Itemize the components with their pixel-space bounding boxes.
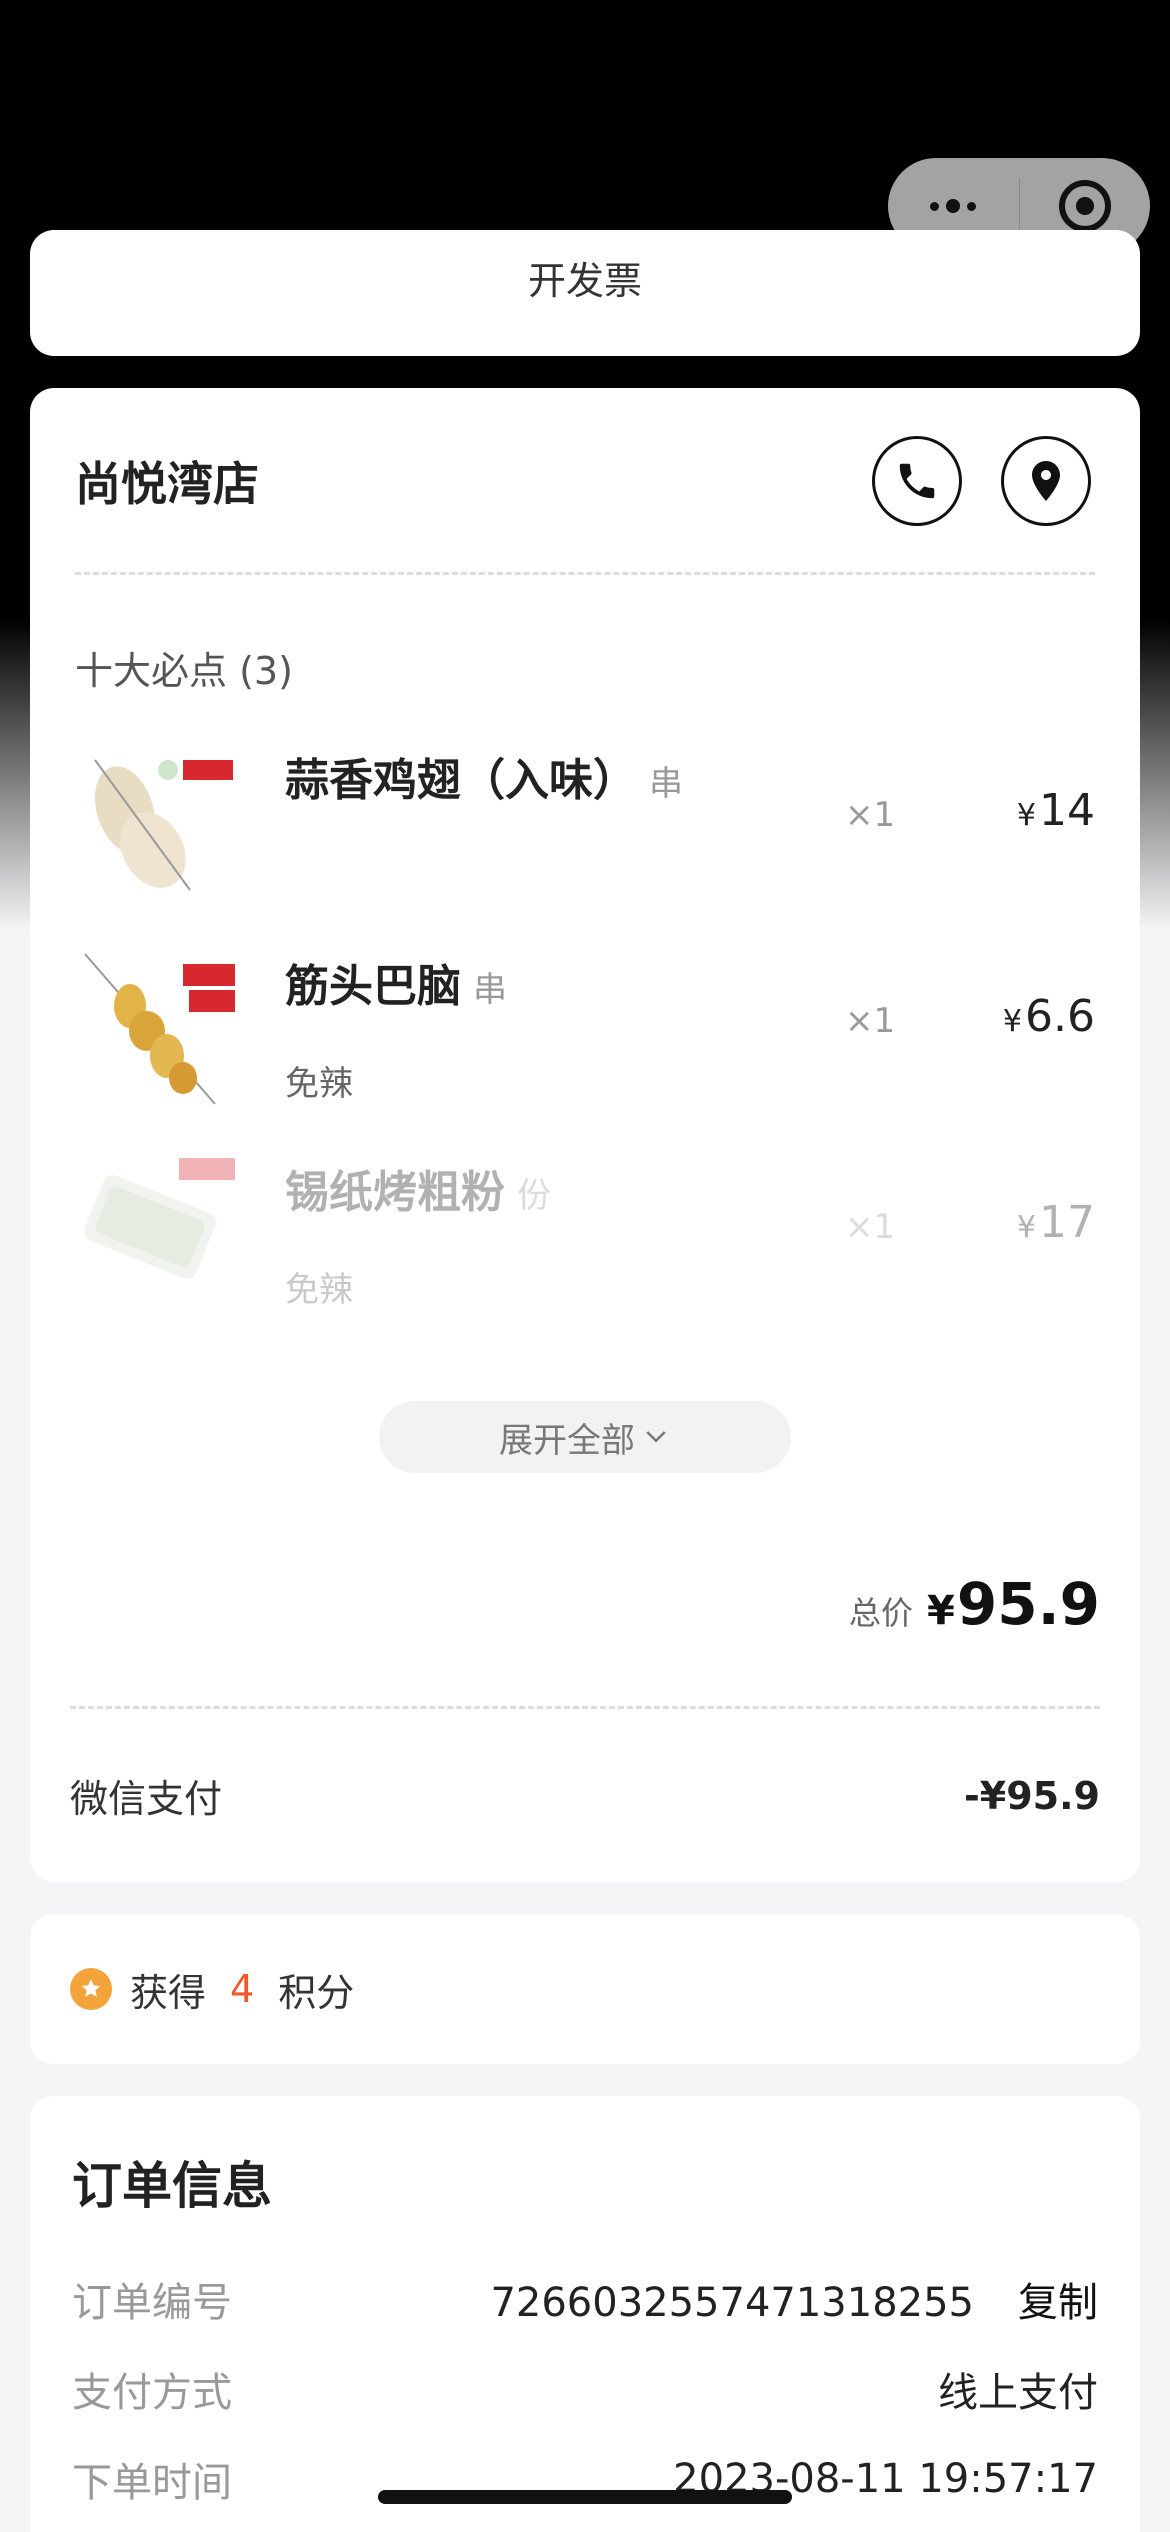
- divider: [75, 572, 1095, 575]
- copy-button[interactable]: 复制: [1018, 2280, 1098, 2326]
- item-name: 锡纸烤粗粉份: [285, 1167, 551, 1218]
- store-location-button[interactable]: [1001, 436, 1091, 526]
- pay-method-label: 支付方式: [72, 2370, 232, 2416]
- invoice-card: 开发票: [30, 230, 1140, 356]
- location-pin-icon: [1032, 461, 1060, 501]
- order-info-title: 订单信息: [72, 2157, 272, 2215]
- home-indicator[interactable]: [378, 2490, 792, 2504]
- chevron-down-icon: [646, 1431, 666, 1443]
- points-prefix: 获得: [130, 1970, 207, 2015]
- total-label: 总价: [849, 1594, 914, 1632]
- expand-all-label: 展开全部: [499, 1420, 635, 1461]
- divider: [70, 1706, 1100, 1709]
- item-price: ¥14: [1016, 785, 1095, 836]
- payment-method-row: 支付方式 线上支付: [72, 2360, 1098, 2418]
- order-number-value: 7266032557471318255: [490, 2280, 974, 2326]
- product-image: [75, 1152, 235, 1312]
- points-card: 获得 4 积分: [30, 1914, 1140, 2064]
- item-name: 蒜香鸡翅（入味）串: [285, 755, 683, 806]
- item-price: ¥17: [1016, 1197, 1095, 1248]
- order-number-group: 7266032557471318255 复制: [490, 2270, 1098, 2328]
- store-order-card: 尚悦湾店 十大必点 (3) 蒜香鸡翅（入味）串 ×1 ¥14 筋头巴脑 串 免辣…: [30, 388, 1140, 1882]
- item-spec: 免辣: [285, 1064, 353, 1104]
- order-number-row: 订单编号 7266032557471318255 复制: [72, 2270, 1098, 2328]
- invoice-link[interactable]: 开发票: [30, 250, 1140, 305]
- order-item: 筋头巴脑串 免辣 ×1 ¥6.6: [75, 946, 1095, 1116]
- item-unit: 串: [649, 764, 683, 804]
- item-quantity: ×1: [845, 1207, 896, 1247]
- item-spec: 免辣: [285, 1270, 353, 1310]
- payment-method-label: 微信支付: [70, 1777, 223, 1821]
- phone-icon: [899, 463, 935, 499]
- points-count: 4: [230, 1967, 255, 2011]
- item-quantity: ×1: [845, 1001, 896, 1041]
- product-image: [75, 946, 235, 1106]
- item-name: 筋头巴脑串: [285, 961, 507, 1012]
- item-quantity: ×1: [845, 795, 896, 835]
- points-suffix: 积分: [278, 1970, 355, 2015]
- item-price: ¥6.6: [1002, 991, 1095, 1042]
- item-unit: 串: [473, 970, 507, 1010]
- product-image: [75, 740, 235, 900]
- payment-amount: -¥95.9: [964, 1773, 1100, 1818]
- order-item: 蒜香鸡翅（入味）串 ×1 ¥14: [75, 740, 1095, 910]
- item-unit: 份: [517, 1176, 551, 1216]
- total-price: ¥95.9: [927, 1570, 1100, 1638]
- target-icon: [1058, 180, 1111, 232]
- order-info-card: 订单信息 订单编号 7266032557471318255 复制 支付方式 线上支…: [30, 2096, 1140, 2532]
- call-store-button[interactable]: [872, 436, 962, 526]
- points-star-icon: [70, 1968, 112, 2010]
- store-name: 尚悦湾店: [75, 457, 259, 511]
- expand-all-button[interactable]: 展开全部: [379, 1401, 791, 1473]
- pay-method-value: 线上支付: [938, 2370, 1098, 2416]
- order-number-label: 订单编号: [72, 2280, 232, 2326]
- ellipsis-icon: [930, 199, 977, 213]
- payment-row: 微信支付 -¥95.9: [70, 1768, 1100, 1823]
- order-time-label: 下单时间: [72, 2460, 232, 2506]
- group-title: 十大必点 (3): [75, 649, 293, 693]
- order-item: 锡纸烤粗粉份 免辣 ×1 ¥17: [75, 1152, 1095, 1322]
- total-price-row: 总价 ¥95.9: [849, 1570, 1100, 1638]
